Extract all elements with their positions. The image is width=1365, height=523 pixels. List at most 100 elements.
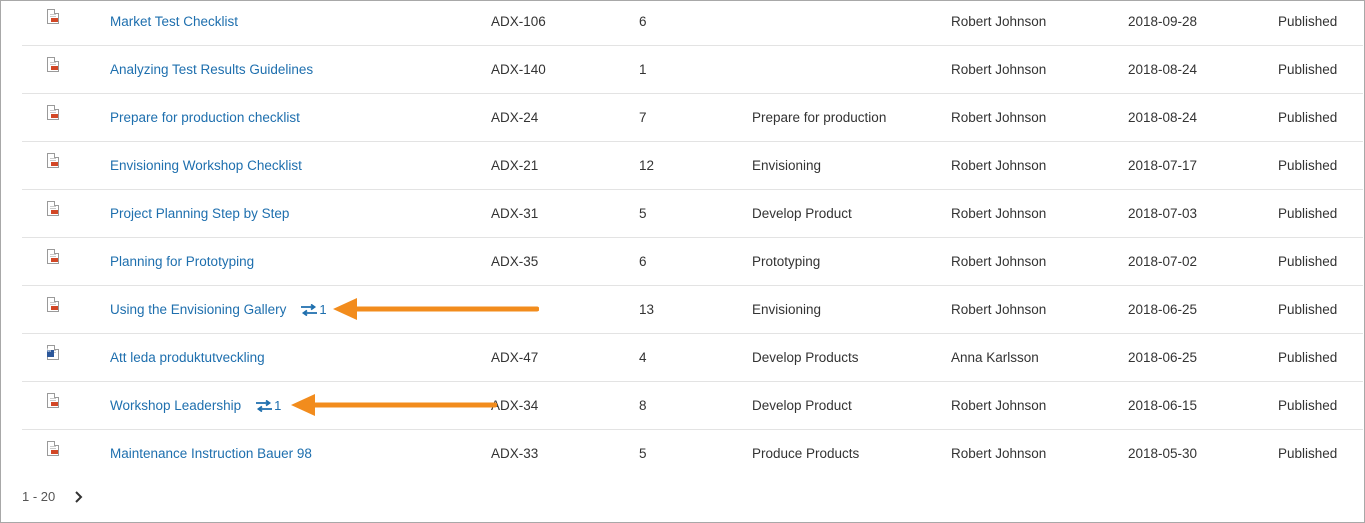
date-cell: 2018-07-02	[1128, 254, 1198, 269]
document-id-cell: ADX-106	[491, 14, 546, 29]
date-cell: 2018-08-24	[1128, 62, 1198, 77]
document-title-cell: Using the Envisioning Gallery 1	[110, 286, 327, 333]
version-cell: 5	[639, 446, 647, 461]
version-cell: 5	[639, 206, 647, 221]
pdf-icon	[47, 393, 59, 408]
author-cell: Robert Johnson	[951, 110, 1047, 125]
status-cell: Published	[1278, 206, 1338, 221]
pdf-icon	[47, 9, 59, 24]
swap-arrows-icon	[301, 303, 318, 317]
author-cell: Robert Johnson	[951, 158, 1047, 173]
phase-cell: Develop Product	[752, 206, 852, 221]
file-type-cell	[45, 94, 65, 141]
status-cell: Published	[1278, 62, 1338, 77]
table-row: Analyzing Test Results Guidelines ADX-140…	[22, 46, 1363, 94]
status-cell: Published	[1278, 350, 1338, 365]
table-row: Prepare for production checklist ADX-24 7 P…	[22, 94, 1363, 142]
pdf-icon	[47, 297, 59, 312]
date-cell: 2018-07-03	[1128, 206, 1198, 221]
document-title-link[interactable]: Maintenance Instruction Bauer 98	[110, 446, 312, 461]
document-title-link[interactable]: Workshop Leadership	[110, 398, 241, 413]
status-cell: Published	[1278, 14, 1338, 29]
date-cell: 2018-09-28	[1128, 14, 1198, 29]
author-cell: Anna Karlsson	[951, 350, 1039, 365]
document-id-cell: ADX-31	[491, 206, 539, 221]
document-id-cell: ADX-24	[491, 110, 539, 125]
related-links-badge[interactable]: 1	[255, 382, 281, 429]
version-cell: 4	[639, 350, 647, 365]
document-title-cell: Prepare for production checklist	[110, 94, 300, 141]
document-title-link[interactable]: Project Planning Step by Step	[110, 206, 289, 221]
document-title-cell: Market Test Checklist	[110, 0, 238, 45]
related-links-count: 1	[319, 302, 327, 317]
version-cell: 13	[639, 302, 655, 317]
table-row: Planning for Prototyping ADX-35 6 Prototypi…	[22, 238, 1363, 286]
document-title-link[interactable]: Prepare for production checklist	[110, 110, 300, 125]
pdf-icon	[47, 57, 59, 72]
date-cell: 2018-07-17	[1128, 158, 1198, 173]
author-cell: Robert Johnson	[951, 446, 1047, 461]
documents-table: Market Test Checklist ADX-106 6 Robert John…	[22, 0, 1363, 477]
document-list-panel: Market Test Checklist ADX-106 6 Robert John…	[0, 0, 1365, 523]
related-links-badge[interactable]: 1	[300, 286, 327, 333]
version-cell: 6	[639, 254, 647, 269]
file-type-cell	[45, 142, 65, 189]
author-cell: Robert Johnson	[951, 254, 1047, 269]
date-cell: 2018-06-15	[1128, 398, 1198, 413]
pdf-icon	[47, 249, 59, 264]
version-cell: 1	[639, 62, 647, 77]
document-title-cell: Envisioning Workshop Checklist	[110, 142, 302, 189]
document-id-cell: ADX-35	[491, 254, 539, 269]
version-cell: 6	[639, 14, 647, 29]
document-title-link[interactable]: Envisioning Workshop Checklist	[110, 158, 302, 173]
table-row: Att leda produktutveckling ADX-47 4 Develop…	[22, 334, 1363, 382]
phase-cell: Produce Products	[752, 446, 860, 461]
version-cell: 12	[639, 158, 655, 173]
pdf-icon	[47, 153, 59, 168]
table-row: Envisioning Workshop Checklist ADX-21 12 En…	[22, 142, 1363, 190]
file-type-cell	[45, 238, 65, 285]
pdf-icon	[47, 105, 59, 120]
version-cell: 7	[639, 110, 647, 125]
pager-range: 1 - 20	[22, 489, 56, 504]
status-cell: Published	[1278, 302, 1338, 317]
table-row: Using the Envisioning Gallery 1 13 Envision…	[22, 286, 1363, 334]
table-row: Project Planning Step by Step ADX-31 5 Deve…	[22, 190, 1363, 238]
pdf-icon	[47, 201, 59, 216]
word-icon	[47, 345, 59, 360]
status-cell: Published	[1278, 158, 1338, 173]
author-cell: Robert Johnson	[951, 302, 1047, 317]
phase-cell: Envisioning	[752, 302, 822, 317]
author-cell: Robert Johnson	[951, 206, 1047, 221]
related-links-count: 1	[274, 398, 282, 413]
phase-cell: Develop Product	[752, 398, 852, 413]
document-title-link[interactable]: Analyzing Test Results Guidelines	[110, 62, 313, 77]
document-title-link[interactable]: Att leda produktutveckling	[110, 350, 265, 365]
chevron-right-icon[interactable]	[72, 488, 86, 506]
status-cell: Published	[1278, 398, 1338, 413]
phase-cell: Develop Products	[752, 350, 859, 365]
phase-cell: Prototyping	[752, 254, 821, 269]
document-id-cell: ADX-21	[491, 158, 539, 173]
document-title-cell: Maintenance Instruction Bauer 98	[110, 430, 312, 477]
author-cell: Robert Johnson	[951, 398, 1047, 413]
document-id-cell: ADX-140	[491, 62, 546, 77]
document-title-cell: Planning for Prototyping	[110, 238, 254, 285]
table-row: Maintenance Instruction Bauer 98 ADX-33 5 P…	[22, 430, 1363, 477]
status-cell: Published	[1278, 254, 1338, 269]
file-type-cell	[45, 46, 65, 93]
phase-cell: Envisioning	[752, 158, 822, 173]
date-cell: 2018-08-24	[1128, 110, 1198, 125]
document-title-link[interactable]: Market Test Checklist	[110, 14, 238, 29]
file-type-cell	[45, 430, 65, 477]
pdf-icon	[47, 441, 59, 456]
status-cell: Published	[1278, 446, 1338, 461]
document-id-cell: ADX-34	[491, 398, 539, 413]
author-cell: Robert Johnson	[951, 14, 1047, 29]
version-cell: 8	[639, 398, 647, 413]
document-id-cell: ADX-33	[491, 446, 539, 461]
author-cell: Robert Johnson	[951, 62, 1047, 77]
document-title-link[interactable]: Using the Envisioning Gallery	[110, 302, 286, 317]
document-title-link[interactable]: Planning for Prototyping	[110, 254, 254, 269]
status-cell: Published	[1278, 110, 1338, 125]
